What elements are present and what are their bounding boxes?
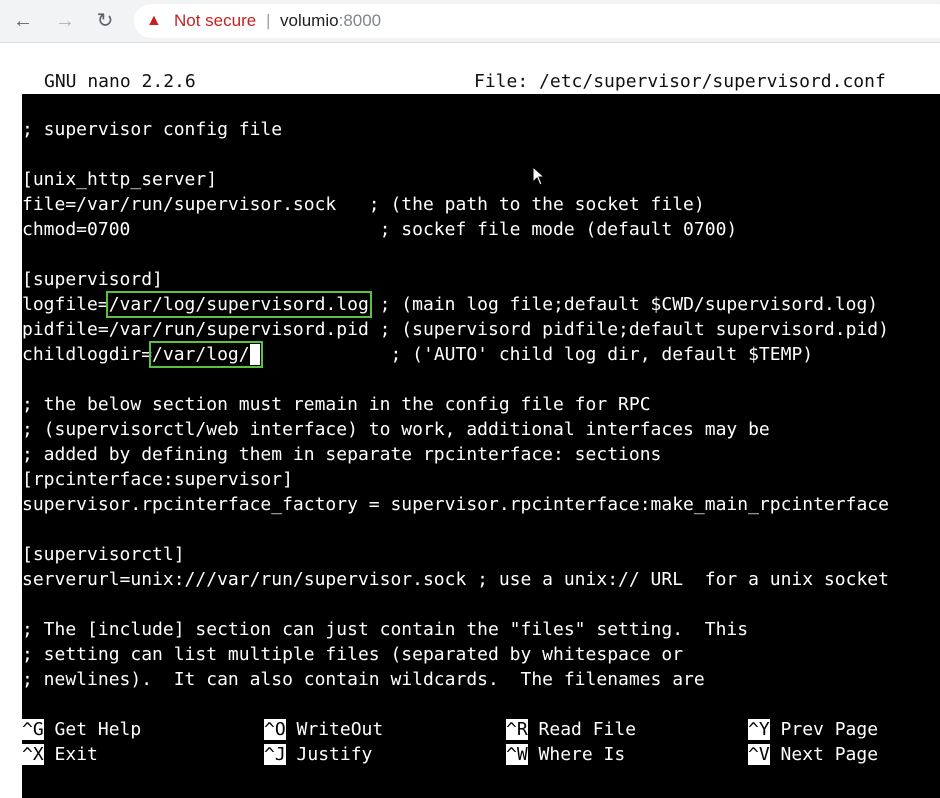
buffer-line: ; added by defining them in separate rpc… <box>22 444 662 465</box>
buffer-line <box>22 242 940 267</box>
buffer-line <box>22 517 940 542</box>
shortcut-key: ^V <box>748 744 770 765</box>
shortcut-label: Justify <box>296 744 373 765</box>
nano-file-name: File: /etc/supervisor/supervisord.conf <box>474 71 886 92</box>
shortcut-label: Get Help <box>54 719 142 740</box>
forward-arrow-icon[interactable]: → <box>52 8 78 34</box>
buffer-line: file=/var/run/supervisor.sock ; (the pat… <box>22 194 705 215</box>
shortcut-read-file[interactable]: ^R Read File <box>506 717 636 742</box>
shortcut-where-is[interactable]: ^W Where Is <box>506 742 625 767</box>
nano-shortcut-bar: ^G Get Help ^O WriteOut ^R Read File ^Y … <box>22 717 940 767</box>
text-cursor <box>249 344 261 365</box>
shortcut-exit[interactable]: ^X Exit <box>22 742 98 767</box>
childlogdir-path: /var/log/ <box>152 344 250 365</box>
buffer-line: ; setting can list multiple files (separ… <box>22 644 684 665</box>
shortcut-row: ^G Get Help ^O WriteOut ^R Read File ^Y … <box>22 717 940 742</box>
shortcut-key: ^R <box>506 719 528 740</box>
buffer-line: ; the below section must remain in the c… <box>22 394 651 415</box>
logfile-comment: ; (main log file;default $CWD/supervisor… <box>368 294 879 315</box>
editor-buffer[interactable]: ; supervisor config file [unix_http_serv… <box>22 117 940 692</box>
shortcut-label: Where Is <box>538 744 626 765</box>
buffer-line: chmod=0700 ; sockef file mode (default 0… <box>22 219 738 240</box>
security-status[interactable]: Not secure <box>174 4 256 38</box>
window-left-edge <box>0 70 23 798</box>
browser-toolbar: ← → ↻ ▲ Not secure | volumio:8000 <box>0 0 940 43</box>
url-text[interactable]: volumio:8000 <box>280 4 381 38</box>
nano-title-bar: GNU nano 2.2.6 File: /etc/supervisor/sup… <box>22 70 940 94</box>
nano-version: GNU nano 2.2.6 <box>44 71 196 92</box>
shortcut-prev-page[interactable]: ^Y Prev Page <box>748 717 878 742</box>
terminal-window[interactable]: GNU nano 2.2.6 File: /etc/supervisor/sup… <box>22 70 940 798</box>
shortcut-label: Exit <box>54 744 98 765</box>
shortcut-next-page[interactable]: ^V Next Page <box>748 742 878 767</box>
shortcut-justify[interactable]: ^J Justify <box>264 742 372 767</box>
shortcut-label: Prev Page <box>780 719 879 740</box>
buffer-line <box>22 592 940 617</box>
buffer-line: [supervisorctl] <box>22 544 185 565</box>
buffer-line: ; (supervisorctl/web interface) to work,… <box>22 419 770 440</box>
buffer-line: supervisor.rpcinterface_factory = superv… <box>22 494 889 515</box>
buffer-line: serverurl=unix:///var/run/supervisor.soc… <box>22 569 889 590</box>
logfile-path-highlight: /var/log/supervisord.log <box>105 291 372 318</box>
childlogdir-key: childlogdir= <box>22 344 153 365</box>
buffer-line: [rpcinterface:supervisor] <box>22 469 293 490</box>
buffer-line: [supervisord] <box>22 269 163 290</box>
shortcut-key: ^X <box>22 744 44 765</box>
buffer-line: [unix_http_server] <box>22 169 218 190</box>
shortcut-writeout[interactable]: ^O WriteOut <box>264 717 383 742</box>
buffer-line <box>22 367 940 392</box>
childlogdir-line: childlogdir=/var/log/ ; ('AUTO' child lo… <box>22 341 940 368</box>
buffer-line: pidfile=/var/run/supervisord.pid ; (supe… <box>22 319 889 340</box>
shortcut-key: ^W <box>506 744 528 765</box>
shortcut-key: ^O <box>264 719 286 740</box>
childlogdir-comment: ; ('AUTO' child log dir, default $TEMP) <box>260 344 814 365</box>
buffer-line: ; The [include] section can just contain… <box>22 619 749 640</box>
logfile-line: logfile=/var/log/supervisord.log ; (main… <box>22 291 940 318</box>
url-port: :8000 <box>338 11 382 30</box>
buffer-line <box>22 142 940 167</box>
shortcut-key: ^G <box>22 719 44 740</box>
reload-icon[interactable]: ↻ <box>92 8 118 34</box>
back-arrow-icon[interactable]: ← <box>10 8 36 34</box>
shortcut-label: Next Page <box>780 744 879 765</box>
url-host: volumio <box>280 11 339 30</box>
shortcut-row: ^X Exit ^J Justify ^W Where Is ^V Next P… <box>22 742 940 767</box>
shortcut-key: ^J <box>264 744 286 765</box>
logfile-key: logfile= <box>22 294 109 315</box>
shortcut-get-help[interactable]: ^G Get Help <box>22 717 141 742</box>
mouse-pointer-icon <box>532 165 546 186</box>
warning-icon: ▲ <box>146 12 162 29</box>
shortcut-label: WriteOut <box>296 719 384 740</box>
shortcut-label: Read File <box>538 719 637 740</box>
childlogdir-path-highlight: /var/log/ <box>149 341 264 368</box>
address-bar[interactable]: ▲ Not secure | volumio:8000 <box>134 4 940 38</box>
shortcut-key: ^Y <box>748 719 770 740</box>
address-separator: | <box>266 11 271 30</box>
buffer-line: ; newlines). It can also contain wildcar… <box>22 669 705 690</box>
buffer-line: ; supervisor config file <box>22 119 283 140</box>
